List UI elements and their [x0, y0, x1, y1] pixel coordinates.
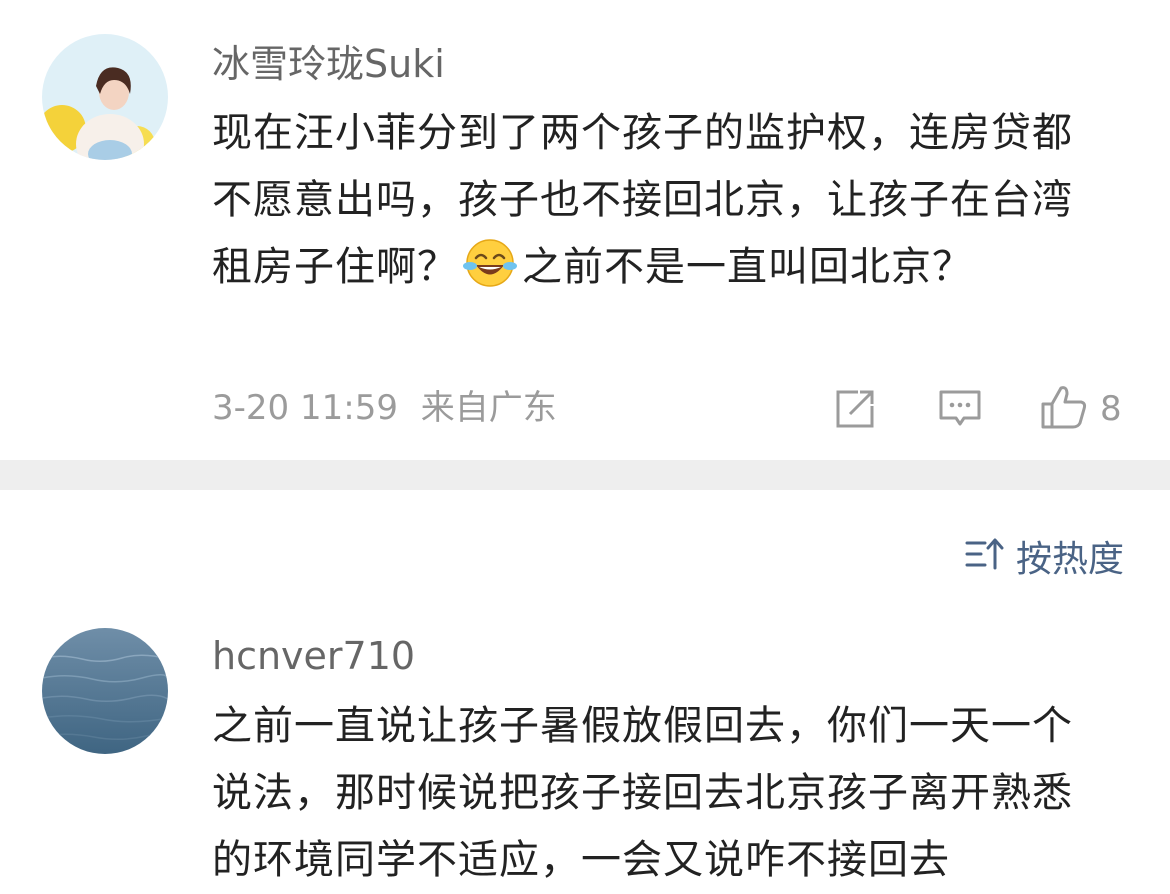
location: 来自广东 [420, 388, 557, 428]
like-count: 8 [1100, 389, 1122, 429]
comment-meta: 3-20 11:59 来自广东 [212, 386, 557, 430]
share-icon [834, 388, 876, 434]
username[interactable]: 冰雪玲珑Suki [212, 40, 445, 88]
avatar[interactable] [42, 628, 168, 754]
comment-text: 现在汪小菲分到了两个孩子的监护权，连房贷都不愿意出吗，孩子也不接回北京，让孩子在… [212, 100, 1112, 301]
sort-by-hot-button[interactable]: 按热度 [964, 530, 1124, 582]
like-button[interactable]: 8 [1040, 384, 1122, 434]
username[interactable]: hcnver710 [212, 632, 415, 680]
laughing-tears-emoji-icon [462, 238, 518, 288]
comment-icon [938, 388, 982, 434]
section-divider [0, 460, 1170, 490]
sort-icon [964, 536, 1004, 576]
sort-label: 按热度 [1016, 539, 1125, 580]
share-button[interactable] [834, 388, 876, 434]
comment-text-part: 之前一直说让孩子暑假放假回去，你们一天一个说法，那时候说把孩子接回去北京孩子离开… [212, 703, 1073, 883]
comment-text-part: 之前不是一直叫回北京？ [522, 244, 973, 290]
thumbs-up-icon [1040, 384, 1088, 434]
avatar[interactable] [42, 34, 168, 160]
comment-text: 之前一直说让孩子暑假放假回去，你们一天一个说法，那时候说把孩子接回去北京孩子离开… [212, 693, 1112, 894]
timestamp: 3-20 11:59 [212, 388, 398, 428]
reply-button[interactable] [938, 388, 982, 434]
